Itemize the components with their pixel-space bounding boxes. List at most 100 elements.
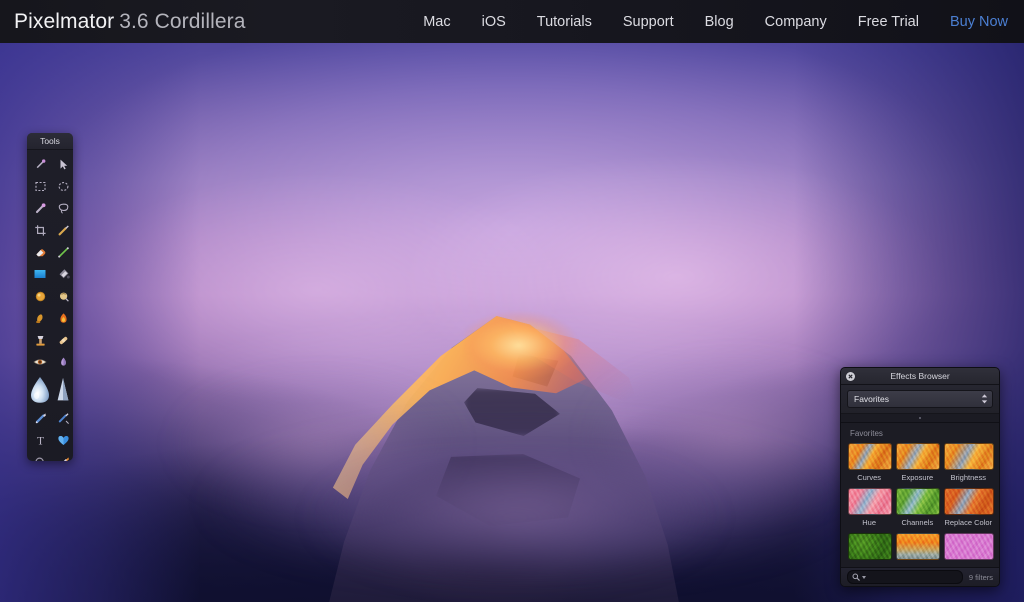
effect-cell[interactable]: Curves bbox=[848, 443, 893, 486]
tools-palette: Tools T bbox=[27, 133, 73, 461]
close-button[interactable] bbox=[846, 372, 855, 381]
effect-cell[interactable] bbox=[944, 533, 994, 567]
rectangular-select-tool[interactable] bbox=[27, 175, 53, 197]
effects-browser-footer: 9 filters bbox=[841, 567, 999, 586]
smudge-finger-icon bbox=[57, 290, 70, 303]
free-select-tool[interactable] bbox=[53, 197, 73, 219]
smudge-tool[interactable] bbox=[53, 285, 73, 307]
magic-wand-icon bbox=[34, 158, 47, 171]
svg-text:T: T bbox=[36, 435, 43, 447]
nav-item-company[interactable]: Company bbox=[765, 14, 827, 30]
effect-label: Channels bbox=[901, 518, 934, 527]
effects-browser-titlebar: Effects Browser bbox=[841, 368, 999, 385]
red-eye-tool[interactable] bbox=[27, 351, 53, 373]
filter-count-label: 9 filters bbox=[968, 572, 993, 582]
category-dropdown[interactable]: Favorites bbox=[847, 390, 993, 408]
effects-browser-window: Effects Browser Favorites Favorites Curv… bbox=[840, 367, 1000, 587]
light-wand-tool[interactable] bbox=[53, 351, 73, 373]
effect-label: Replace Color bbox=[944, 518, 992, 527]
search-input[interactable] bbox=[847, 570, 963, 584]
effect-cell[interactable] bbox=[848, 533, 893, 567]
effect-cell[interactable]: Brightness bbox=[944, 443, 994, 486]
effect-cell[interactable]: Hue bbox=[848, 488, 893, 531]
effect-cell[interactable]: Exposure bbox=[896, 443, 941, 486]
elliptical-select-tool[interactable] bbox=[53, 175, 73, 197]
effect-thumbnail bbox=[896, 533, 941, 560]
heart-shape-icon bbox=[57, 434, 70, 447]
move-tool[interactable] bbox=[53, 153, 73, 175]
nav-item-buy-now[interactable]: Buy Now bbox=[950, 14, 1008, 30]
selection-brush-icon bbox=[34, 202, 47, 215]
eye-icon bbox=[33, 356, 47, 368]
blur-tool[interactable] bbox=[27, 373, 53, 407]
panel-resize-handle[interactable] bbox=[841, 414, 999, 423]
crop-icon bbox=[34, 224, 47, 237]
effect-label: Brightness bbox=[950, 473, 986, 482]
healing-tool[interactable] bbox=[53, 329, 73, 351]
paint-selection-tool[interactable] bbox=[27, 197, 53, 219]
zoom-tool[interactable] bbox=[27, 451, 53, 461]
nav-item-ios[interactable]: iOS bbox=[482, 14, 506, 30]
mountain-summit-flare bbox=[464, 308, 594, 380]
nav-item-support[interactable]: Support bbox=[623, 14, 674, 30]
line-tool[interactable] bbox=[53, 241, 73, 263]
nav-item-free-trial[interactable]: Free Trial bbox=[858, 14, 919, 30]
burn-tool[interactable] bbox=[53, 307, 73, 329]
paintbrush-icon bbox=[57, 456, 70, 461]
nav-item-blog[interactable]: Blog bbox=[705, 14, 734, 30]
category-dropdown-label: Favorites bbox=[854, 394, 889, 404]
text-t-icon: T bbox=[34, 434, 47, 447]
sharpen-cone-icon bbox=[54, 376, 72, 404]
effect-thumbnail bbox=[944, 443, 994, 470]
effect-label: Curves bbox=[857, 473, 881, 482]
effects-category-toolbar: Favorites bbox=[841, 385, 999, 414]
effects-grid: Curves Exposure Brightness Hue Channels Repla… bbox=[848, 443, 994, 567]
arrow-cursor-icon bbox=[57, 158, 70, 171]
sharpen-tool[interactable] bbox=[53, 373, 73, 407]
color-picker-tool[interactable] bbox=[53, 219, 73, 241]
brand-logo[interactable]: Pixelmator 3.6 Cordillera bbox=[14, 10, 246, 34]
paint-brush-tool[interactable] bbox=[53, 451, 73, 461]
up-down-chevron-icon[interactable] bbox=[981, 394, 988, 404]
effect-thumbnail bbox=[944, 488, 994, 515]
gradient-fill-tool[interactable] bbox=[27, 263, 53, 285]
close-x-icon bbox=[847, 373, 854, 380]
effects-section-title: Favorites bbox=[850, 429, 883, 438]
search-magnifier-icon bbox=[852, 573, 860, 581]
search-scope-chevron-icon[interactable] bbox=[862, 575, 866, 579]
site-header: Pixelmator 3.6 Cordillera Mac iOS Tutorials… bbox=[0, 0, 1024, 43]
effect-thumbnail bbox=[848, 443, 893, 470]
mountain-layers bbox=[268, 296, 740, 602]
eraser-tool[interactable] bbox=[27, 241, 53, 263]
effects-browser-title: Effects Browser bbox=[890, 371, 950, 381]
dodge-tool[interactable] bbox=[27, 285, 53, 307]
type-tool[interactable]: T bbox=[27, 429, 53, 451]
crop-tool[interactable] bbox=[27, 219, 53, 241]
eyedropper-icon bbox=[57, 224, 70, 237]
magnifier-icon bbox=[34, 456, 47, 461]
effect-thumbnail bbox=[848, 533, 893, 560]
shape-tool[interactable] bbox=[53, 429, 73, 451]
bandage-icon bbox=[57, 334, 70, 347]
effect-cell[interactable]: Replace Color bbox=[944, 488, 994, 531]
flame-icon bbox=[57, 312, 70, 325]
tools-grid: T bbox=[27, 150, 73, 461]
line-icon bbox=[57, 246, 70, 259]
nav-item-tutorials[interactable]: Tutorials bbox=[537, 14, 592, 30]
paint-bucket-tool[interactable] bbox=[53, 263, 73, 285]
mountain-peak bbox=[268, 296, 740, 602]
eraser-icon bbox=[34, 246, 47, 259]
sponge-tool[interactable] bbox=[27, 307, 53, 329]
effect-label: Exposure bbox=[901, 473, 934, 482]
clone-stamp-tool[interactable] bbox=[27, 329, 53, 351]
effect-cell[interactable] bbox=[896, 533, 941, 567]
pencil-tool[interactable] bbox=[53, 407, 73, 429]
effects-list-body: Favorites Curves Exposure Brightness Hue Cha… bbox=[841, 423, 999, 567]
effect-cell[interactable]: Channels bbox=[896, 488, 941, 531]
sponge-icon bbox=[34, 312, 47, 325]
pen-tool[interactable] bbox=[27, 407, 53, 429]
clone-stamp-icon bbox=[34, 334, 47, 347]
nav-item-mac[interactable]: Mac bbox=[423, 14, 450, 30]
paint-bucket-icon bbox=[57, 268, 70, 281]
magic-wand-tool[interactable] bbox=[27, 153, 53, 175]
